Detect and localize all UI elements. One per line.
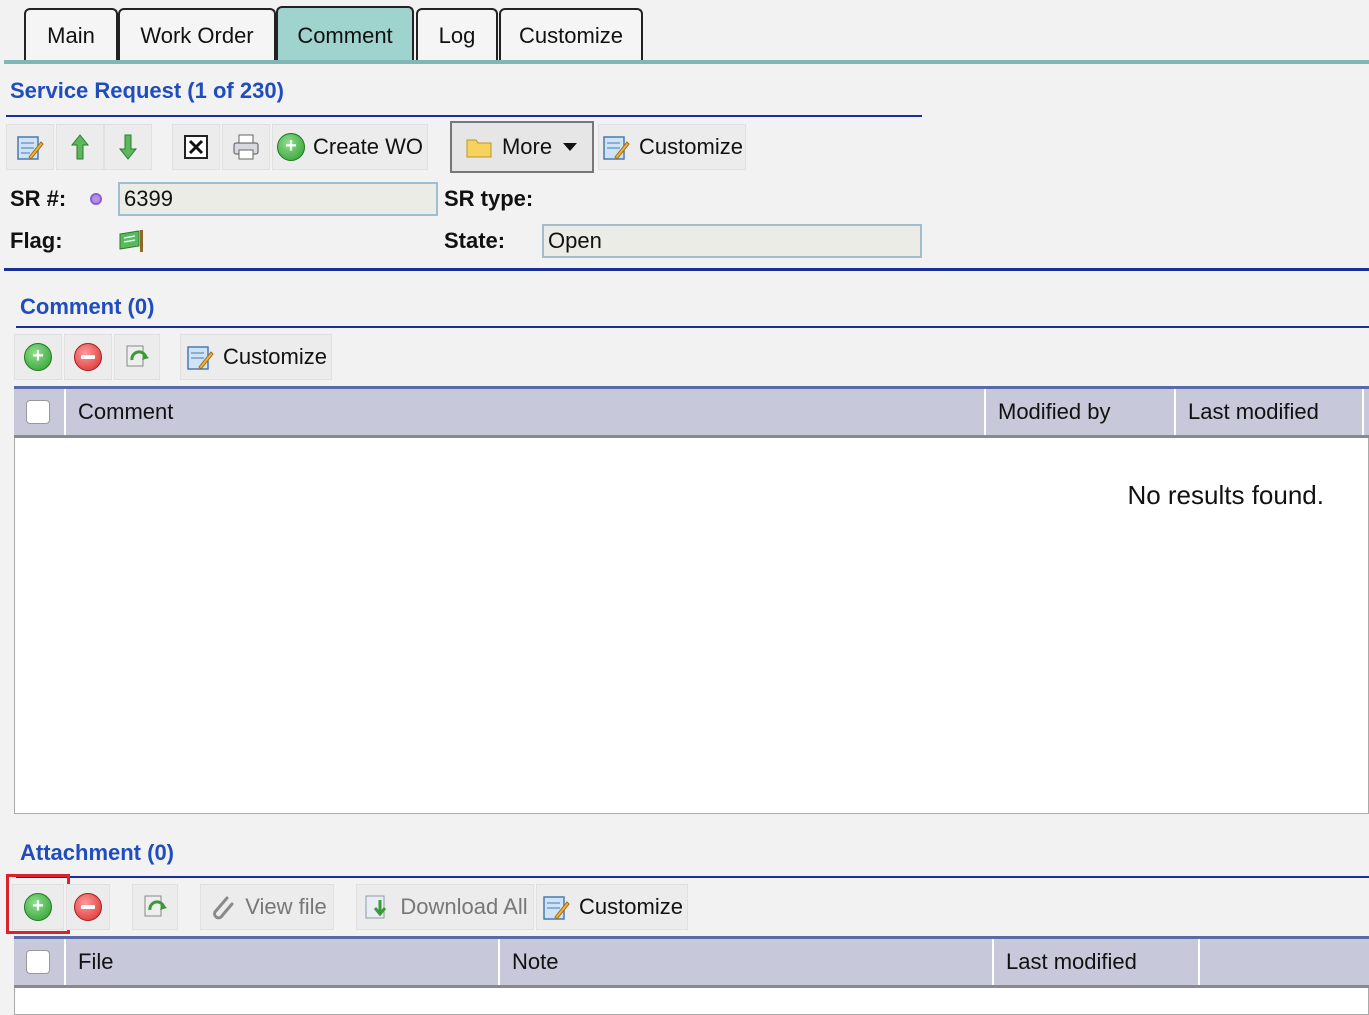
header-divider [4, 268, 1369, 271]
download-icon [362, 892, 392, 922]
customize-label: Customize [639, 134, 743, 159]
tab-main[interactable]: Main [24, 8, 118, 62]
tab-underline [4, 60, 1369, 64]
customize-icon [185, 342, 215, 372]
tab-work-order[interactable]: Work Order [118, 8, 276, 62]
tab-comment[interactable]: Comment [276, 6, 414, 64]
add-circle-icon: + [24, 343, 52, 371]
column-header-file[interactable]: File [66, 939, 500, 985]
view-file-button[interactable]: View file [200, 884, 334, 930]
flag-icon[interactable] [118, 228, 146, 259]
column-header-note[interactable]: Note [500, 939, 994, 985]
attachment-grid-body [14, 988, 1369, 1015]
customize-label: Customize [579, 894, 683, 919]
attachment-section-title: Attachment (0) [20, 840, 175, 865]
column-header-last-modified[interactable]: Last modified [1176, 389, 1364, 435]
highlight-box [6, 874, 70, 934]
create-wo-button[interactable]: + Create WO [272, 124, 428, 170]
comment-section-title: Comment (0) [20, 294, 155, 319]
refresh-icon [140, 892, 170, 922]
next-record-button[interactable] [104, 124, 152, 170]
select-all-checkbox[interactable] [26, 950, 50, 974]
chevron-down-icon [560, 134, 580, 160]
arrow-down-icon [113, 132, 143, 162]
download-all-label: Download All [400, 894, 528, 919]
delete-record-button[interactable] [172, 124, 220, 170]
select-all-cell [14, 389, 66, 435]
printer-icon [231, 132, 261, 162]
comment-grid-header: Comment Modified by Last modified [14, 386, 1369, 438]
empty-results-message: No results found. [1127, 480, 1324, 510]
edit-button[interactable] [6, 124, 54, 170]
comment-add-button[interactable]: + [14, 334, 62, 380]
comment-customize-button[interactable]: Customize [180, 334, 332, 380]
required-dot-icon [90, 193, 102, 205]
attachment-customize-button[interactable]: Customize [536, 884, 688, 930]
service-request-divider [6, 115, 922, 117]
arrow-up-icon [65, 132, 95, 162]
service-request-title: Service Request (1 of 230) [10, 78, 284, 103]
comment-remove-button[interactable] [64, 334, 112, 380]
customize-label: Customize [223, 344, 327, 369]
remove-circle-icon [74, 893, 102, 921]
more-dropdown[interactable]: More [450, 121, 594, 173]
column-header-last-modified[interactable]: Last modified [994, 939, 1200, 985]
attachment-refresh-button[interactable] [132, 884, 178, 930]
folder-icon [464, 132, 494, 162]
comment-grid-body: No results found. [14, 438, 1369, 814]
more-label: More [501, 134, 553, 159]
select-all-checkbox[interactable] [26, 400, 50, 424]
sr-customize-button[interactable]: Customize [598, 124, 746, 170]
close-box-icon [181, 132, 211, 162]
paperclip-icon [207, 892, 237, 922]
tab-log[interactable]: Log [416, 8, 498, 62]
print-button[interactable] [222, 124, 270, 170]
flag-label: Flag: [10, 228, 63, 253]
state-field[interactable]: Open [542, 224, 922, 258]
comment-divider [16, 326, 1369, 328]
create-wo-label: Create WO [312, 134, 424, 159]
add-circle-icon: + [276, 133, 305, 161]
tab-customize[interactable]: Customize [499, 8, 643, 62]
download-all-button[interactable]: Download All [356, 884, 534, 930]
attachment-divider [16, 876, 1369, 878]
column-header-modified-by[interactable]: Modified by [986, 389, 1176, 435]
attachment-remove-button[interactable] [66, 884, 110, 930]
select-all-cell [14, 939, 66, 985]
edit-form-icon [15, 132, 45, 162]
customize-icon [541, 892, 571, 922]
view-file-label: View file [245, 894, 327, 919]
previous-record-button[interactable] [56, 124, 104, 170]
customize-icon [601, 132, 631, 162]
comment-refresh-button[interactable] [114, 334, 160, 380]
state-label: State: [444, 228, 506, 253]
refresh-icon [122, 342, 152, 372]
column-header-comment[interactable]: Comment [66, 389, 986, 435]
sr-type-label: SR type: [444, 186, 534, 211]
attachment-grid-header: File Note Last modified [14, 936, 1369, 988]
sr-number-label: SR #: [10, 186, 67, 211]
sr-number-field[interactable]: 6399 [118, 182, 438, 216]
tab-bar: Main Work Order Comment Log Customize [0, 0, 1369, 64]
remove-circle-icon [74, 343, 102, 371]
